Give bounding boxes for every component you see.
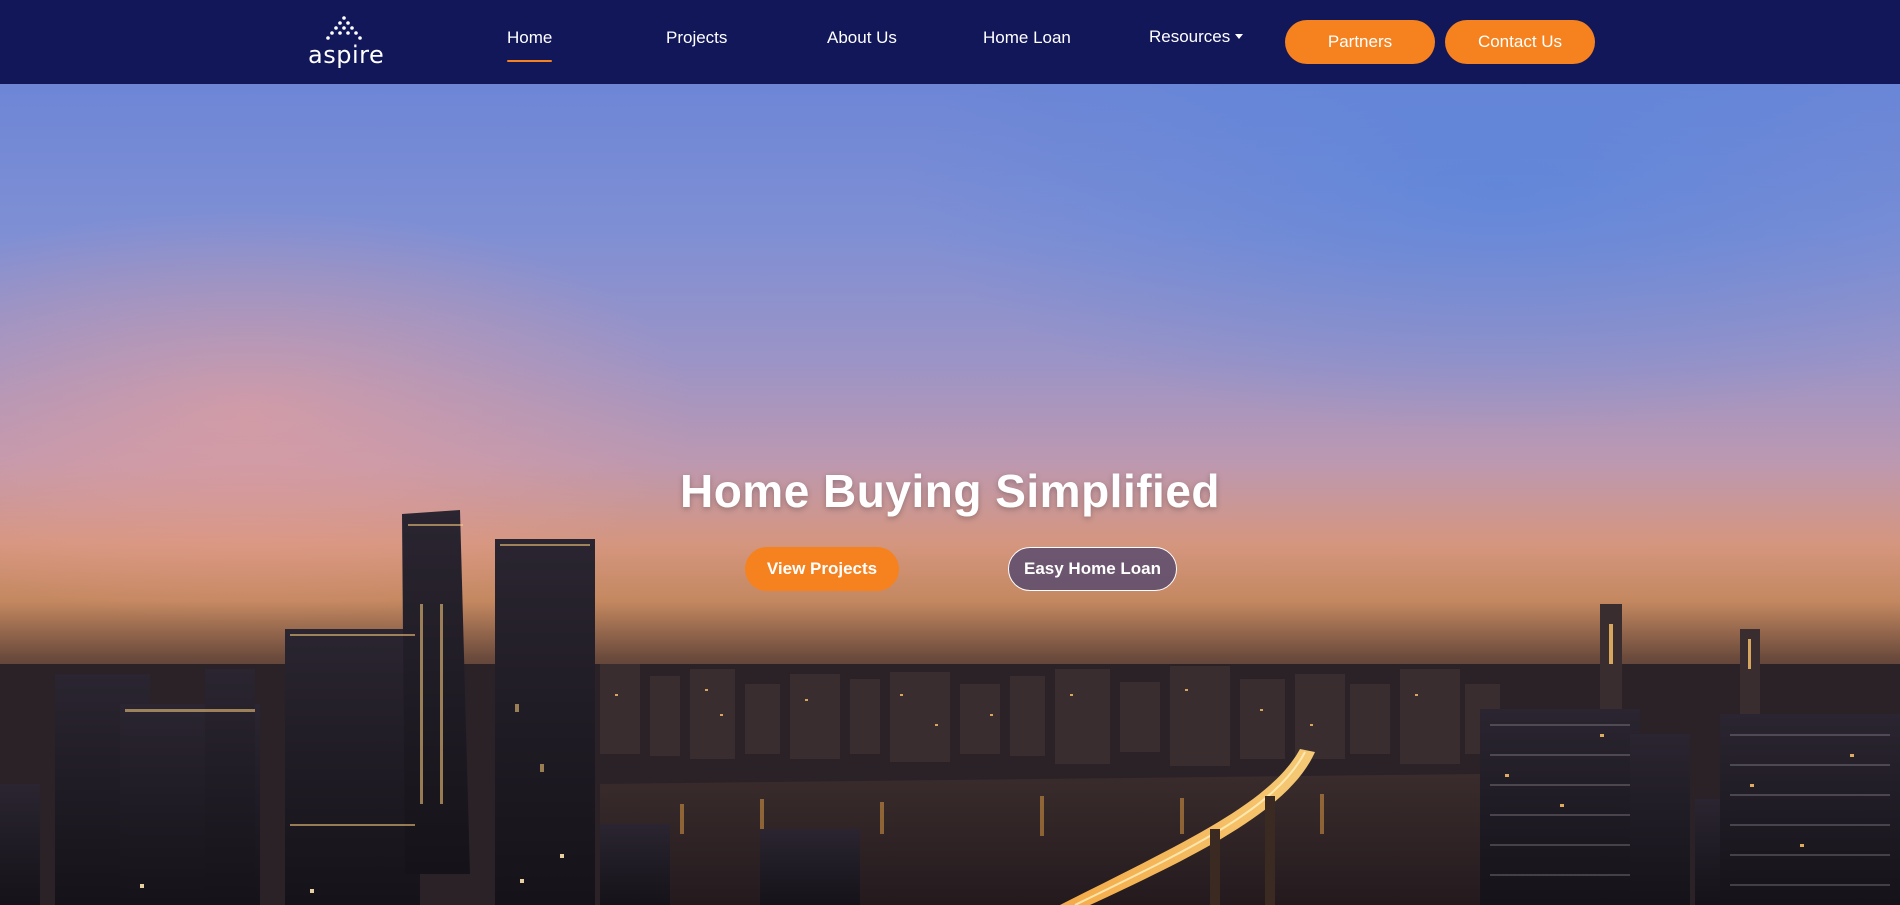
hero-section: Home Buying Simplified View Projects Eas… — [0, 84, 1900, 905]
nav-resources-label: Resources — [1149, 27, 1231, 46]
top-navbar: aspire Home Projects About Us Home Loan … — [0, 0, 1900, 84]
brand-name: aspire — [308, 41, 385, 69]
partners-button[interactable]: Partners — [1285, 20, 1435, 64]
brand-logo[interactable]: aspire — [308, 15, 385, 69]
nav-about-us[interactable]: About Us — [827, 28, 897, 56]
nav-home-loan[interactable]: Home Loan — [983, 28, 1071, 56]
logo-house-dots-icon — [326, 16, 362, 40]
nav-resources-dropdown[interactable]: Resources — [1149, 27, 1244, 55]
easy-home-loan-button[interactable]: Easy Home Loan — [1008, 547, 1177, 591]
contact-us-button[interactable]: Contact Us — [1445, 20, 1595, 64]
nav-projects[interactable]: Projects — [666, 28, 727, 56]
hero-title: Home Buying Simplified — [679, 465, 1221, 517]
chevron-down-icon — [1235, 34, 1244, 39]
view-projects-button[interactable]: View Projects — [745, 547, 899, 591]
nav-home[interactable]: Home — [507, 28, 553, 62]
